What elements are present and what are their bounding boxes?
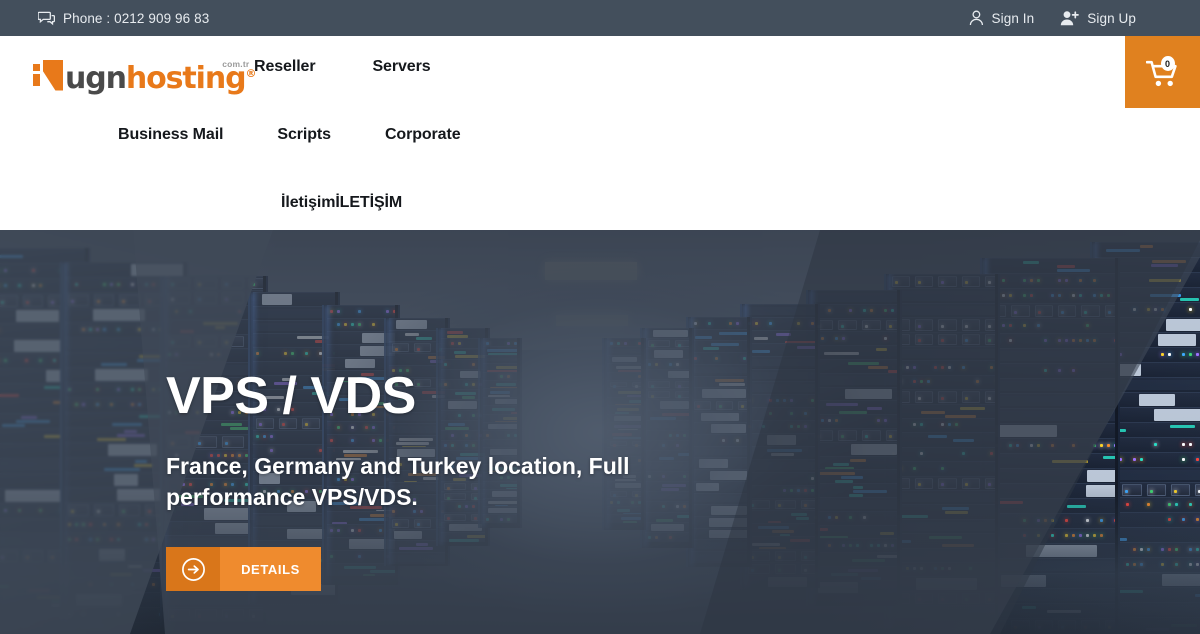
logo-wordmark: ugnhosting® com.tr (65, 58, 256, 96)
logo-tld-label: com.tr (222, 59, 250, 69)
utility-topbar: Phone : 0212 909 96 83 Sign In Sign Up (0, 0, 1200, 36)
logo-u-shape (43, 59, 63, 91)
nav-item-scripts[interactable]: Scripts (277, 126, 331, 144)
site-header: ugnhosting® com.tr Reseller Servers Busi… (0, 36, 1200, 230)
user-plus-icon (1060, 10, 1080, 26)
sign-up-label: Sign Up (1087, 10, 1136, 26)
nav-item-reseller[interactable]: Reseller (254, 58, 316, 76)
topbar-left-group: Phone : 0212 909 96 83 (38, 11, 209, 26)
cart-button[interactable]: 0 (1125, 36, 1200, 108)
phone-label: Phone : 0212 909 96 83 (63, 10, 210, 26)
logo-text-ugn: ugn (65, 61, 127, 96)
phone-contact[interactable]: Phone : 0212 909 96 83 (38, 11, 209, 26)
logo-dots (33, 64, 40, 86)
sign-in-label: Sign In (991, 10, 1035, 26)
hero-banner: VPS / VDS France, Germany and Turkey loc… (0, 230, 1200, 634)
nav-item-iletisim[interactable]: İletişimİLETİŞİM (281, 194, 402, 212)
sign-up-link[interactable]: Sign Up (1060, 10, 1136, 26)
cart-count-badge: 0 (1160, 56, 1175, 71)
nav-row-3: İletişimİLETİŞİM (281, 194, 402, 212)
page-root: Phone : 0212 909 96 83 Sign In Sign Up u… (0, 0, 1200, 634)
hero-content: VPS / VDS France, Germany and Turkey loc… (166, 367, 701, 592)
nav-item-corporate[interactable]: Corporate (385, 126, 461, 144)
site-logo[interactable]: ugnhosting® com.tr (33, 58, 256, 96)
topbar-right-group: Sign In Sign Up (969, 10, 1186, 26)
details-button-label: DETAILS (220, 547, 321, 592)
nav-row-1: Reseller Servers (254, 58, 431, 76)
arrow-right-circle-icon (166, 547, 220, 592)
nav-item-servers[interactable]: Servers (372, 58, 430, 76)
nav-row-2: Business Mail Scripts Corporate (118, 126, 461, 144)
user-icon (969, 10, 984, 26)
nav-item-business-mail[interactable]: Business Mail (118, 126, 224, 144)
details-button[interactable]: DETAILS (166, 547, 321, 592)
chat-bubble-icon (38, 11, 55, 26)
hero-subtitle: France, Germany and Turkey location, Ful… (166, 453, 630, 511)
sign-in-link[interactable]: Sign In (969, 10, 1035, 26)
cart-icon-wrap: 0 (1145, 56, 1180, 88)
ugnhosting-logo-mark-icon (33, 58, 65, 92)
hero-title: VPS / VDS (166, 367, 416, 425)
